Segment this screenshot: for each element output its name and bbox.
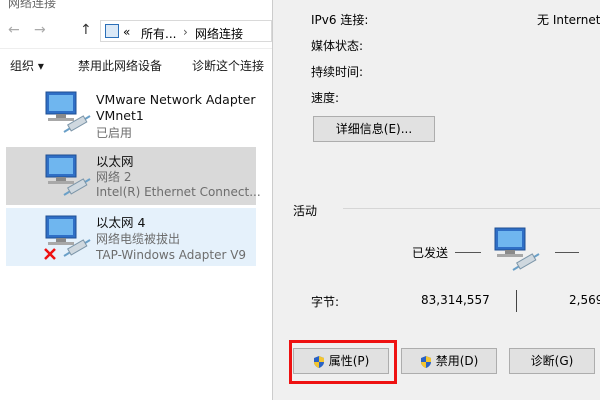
network-adapter-icon — [45, 154, 91, 196]
connection-item-ethernet-4[interactable]: 以太网 4 网络电缆被拔出 TAP-Windows Adapter V9 — [6, 208, 256, 266]
bytes-sent-value: 83,314,557 — [421, 293, 490, 307]
address-bar[interactable]: « 所有... › 网络连接 — [100, 20, 272, 42]
bytes-label: 字节: — [311, 295, 340, 309]
details-button[interactable]: 详细信息(E)... — [313, 116, 435, 142]
connection-status: 网络 2 — [96, 170, 132, 184]
network-connections-window: 网络连接 ← → ↑ « 所有... › 网络连接 组织 ▾ 禁用此网络设备 诊… — [0, 0, 272, 400]
connection-status: 已启用 — [96, 126, 133, 140]
address-part-all[interactable]: 所有... — [141, 25, 176, 42]
navigation-bar: ← → ↑ « 所有... › 网络连接 — [0, 16, 272, 46]
diagnose-button[interactable]: 诊断(G) — [509, 348, 595, 374]
ipv6-label: IPv6 连接: — [311, 13, 369, 27]
address-overflow[interactable]: « — [123, 25, 130, 39]
disconnected-x-icon — [44, 248, 56, 260]
uac-shield-icon — [420, 355, 431, 368]
ipv6-value: 无 Internet — [537, 13, 600, 27]
connection-item-ethernet[interactable]: 以太网 网络 2 Intel(R) Ethernet Connect... — [6, 147, 261, 205]
address-separator-icon: › — [183, 25, 188, 39]
up-arrow-icon[interactable]: ↑ — [80, 22, 92, 38]
connection-device: TAP-Windows Adapter V9 — [96, 248, 247, 262]
received-line — [555, 252, 579, 253]
speed-label: 速度: — [311, 91, 340, 105]
forward-arrow-icon[interactable]: → — [34, 22, 46, 38]
duration-label: 持续时间: — [311, 65, 364, 79]
organize-menu[interactable]: 组织 ▾ — [10, 57, 44, 74]
sent-line — [455, 252, 481, 253]
media-state-label: 媒体状态: — [311, 39, 364, 53]
connection-name-line2: VMnet1 — [96, 108, 144, 123]
network-adapter-icon — [45, 91, 91, 133]
connection-name-line1: VMware Network Adapter — [96, 92, 256, 107]
connection-device: Intel(R) Ethernet Connect... — [96, 185, 261, 199]
diagnose-connection-button[interactable]: 诊断这个连接 — [192, 57, 264, 74]
address-part-network[interactable]: 网络连接 — [195, 25, 243, 42]
control-panel-icon — [105, 24, 119, 38]
disable-button-label: 禁用(D) — [435, 354, 479, 368]
window-title: 网络连接 — [8, 0, 57, 10]
back-arrow-icon[interactable]: ← — [8, 22, 20, 38]
connection-status: 网络电缆被拔出 — [96, 232, 181, 246]
activity-section-label: 活动 — [293, 204, 318, 218]
disable-button[interactable]: 禁用(D) — [401, 348, 497, 374]
connection-name: 以太网 4 — [96, 215, 146, 230]
disable-device-button[interactable]: 禁用此网络设备 — [78, 57, 162, 74]
command-bar: 组织 ▾ 禁用此网络设备 诊断这个连接 — [0, 48, 272, 79]
connection-item-vmnet1[interactable]: VMware Network Adapter VMnet1 已启用 — [6, 84, 256, 142]
network-activity-icon — [494, 227, 540, 271]
bytes-received-value: 2,569 — [569, 293, 600, 307]
highlight-box — [289, 340, 397, 384]
activity-group-line — [343, 208, 600, 209]
activity-divider — [516, 290, 517, 312]
sent-label: 已发送 — [412, 246, 449, 260]
